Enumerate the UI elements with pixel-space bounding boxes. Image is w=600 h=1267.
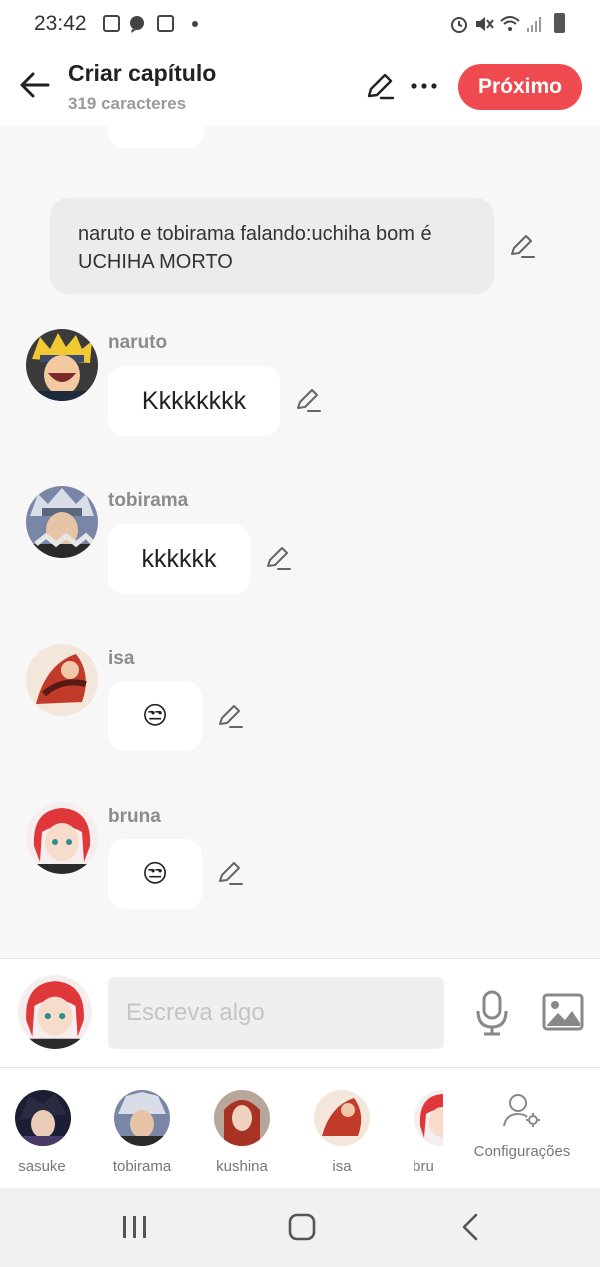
character-name: isa <box>108 648 135 669</box>
edit-message-icon[interactable] <box>216 702 244 730</box>
edit-title-icon[interactable] <box>364 70 396 102</box>
home-icon[interactable] <box>287 1212 317 1242</box>
back-arrow-icon[interactable] <box>18 68 52 102</box>
status-bar: 23:42 <box>0 0 600 48</box>
narration-bubble[interactable]: naruto e tobirama falando:uchiha bom é U… <box>50 198 494 294</box>
current-character-avatar[interactable] <box>18 975 92 1049</box>
character-label: sasuke <box>18 1158 66 1175</box>
character-label: kushina <box>216 1158 268 1175</box>
character-avatar-bru[interactable] <box>414 1090 443 1146</box>
edit-message-icon[interactable] <box>264 544 292 572</box>
page-title: Criar capítulo <box>68 60 217 86</box>
character-name: bruna <box>108 806 161 827</box>
settings-label[interactable]: Configurações <box>468 1143 576 1160</box>
character-avatar-kushina[interactable] <box>214 1090 270 1146</box>
microphone-icon[interactable] <box>474 989 510 1037</box>
message-input[interactable]: Escreva algo <box>108 977 444 1049</box>
edit-message-icon[interactable] <box>294 386 322 414</box>
character-strip: sasuke tobirama kushina isa bru Configur… <box>0 1068 600 1188</box>
character-avatar-sasuke[interactable] <box>15 1090 71 1146</box>
next-button[interactable]: Próximo <box>458 64 582 110</box>
image-icon <box>103 15 120 32</box>
status-time: 23:42 <box>34 12 87 35</box>
chat-bubble-icon <box>128 15 145 33</box>
message-bubble[interactable]: 😒 <box>108 681 202 751</box>
more-options-icon[interactable] <box>410 78 440 94</box>
settings-user-icon[interactable] <box>500 1092 542 1130</box>
message-bubble[interactable]: kkkkkk <box>108 524 250 594</box>
battery-icon <box>554 13 565 33</box>
message-bubble[interactable]: 😒 <box>108 839 202 909</box>
avatar-tobirama[interactable] <box>26 486 98 558</box>
character-count: 319 caracteres <box>68 94 187 113</box>
dot-icon <box>192 21 198 27</box>
system-back-icon[interactable] <box>458 1212 484 1242</box>
signal-icon <box>526 15 543 32</box>
recent-apps-icon[interactable] <box>120 1214 150 1240</box>
avatar-bruna[interactable] <box>26 802 98 874</box>
character-label: tobirama <box>112 1158 172 1175</box>
app-icon <box>157 15 174 32</box>
avatar-isa[interactable] <box>26 644 98 716</box>
wifi-icon <box>500 15 520 32</box>
system-nav-bar <box>0 1188 600 1267</box>
edit-message-icon[interactable] <box>216 859 244 887</box>
avatar-naruto[interactable] <box>26 329 98 401</box>
character-avatar-isa[interactable] <box>314 1090 370 1146</box>
previous-message-bubble[interactable] <box>108 126 204 148</box>
alarm-icon <box>450 15 467 33</box>
image-upload-icon[interactable] <box>542 993 584 1031</box>
character-avatar-tobirama[interactable] <box>114 1090 170 1146</box>
chat-area: naruto e tobirama falando:uchiha bom é U… <box>0 126 600 958</box>
mute-icon <box>474 15 494 32</box>
character-name: tobirama <box>108 490 189 511</box>
edit-narration-icon[interactable] <box>508 232 536 260</box>
character-item-bru-clipped: bru <box>414 1090 443 1180</box>
character-label: isa <box>332 1158 352 1175</box>
header: Criar capítulo 319 caracteres Próximo <box>0 48 600 126</box>
character-name: naruto <box>108 332 168 353</box>
composer-bar: Escreva algo <box>0 958 600 1068</box>
character-label: bru <box>414 1158 434 1175</box>
message-bubble[interactable]: Kkkkkkkk <box>108 366 280 436</box>
